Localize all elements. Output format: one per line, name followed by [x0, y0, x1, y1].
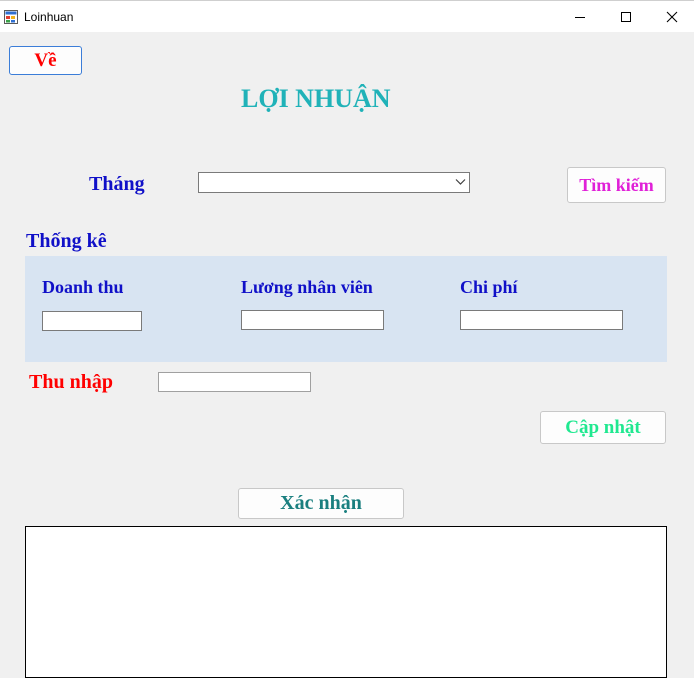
confirm-button[interactable]: Xác nhận — [238, 488, 404, 519]
cost-input[interactable] — [460, 310, 623, 330]
stats-label: Thống kê — [26, 230, 107, 252]
cost-label: Chi phí — [460, 277, 518, 297]
search-button[interactable]: Tìm kiếm — [567, 167, 666, 203]
income-label: Thu nhập — [29, 371, 113, 393]
minimize-icon — [575, 17, 585, 18]
app-form-icon — [4, 10, 18, 24]
minimize-button[interactable] — [557, 1, 603, 33]
revenue-input[interactable] — [42, 311, 142, 331]
profit-form: Về LỢI NHUẬN Tháng Tìm kiếm Thống kê Doa… — [0, 32, 694, 678]
close-button[interactable] — [649, 1, 694, 33]
chevron-down-icon[interactable] — [455, 178, 466, 186]
stats-panel: Doanh thu Lương nhân viên Chi phí — [25, 256, 667, 362]
revenue-label: Doanh thu — [42, 277, 124, 297]
month-label: Tháng — [89, 173, 145, 195]
salary-label: Lương nhân viên — [241, 277, 373, 297]
salary-input[interactable] — [241, 310, 384, 330]
window-title: Loinhuan — [24, 10, 74, 24]
back-button[interactable]: Về — [9, 46, 82, 75]
window-titlebar[interactable]: Loinhuan — [0, 0, 694, 32]
result-textbox[interactable] — [25, 526, 667, 678]
month-select[interactable] — [198, 172, 470, 193]
update-button[interactable]: Cập nhật — [540, 411, 666, 444]
income-input[interactable] — [158, 372, 311, 392]
close-icon — [666, 11, 678, 23]
maximize-button[interactable] — [603, 1, 649, 33]
page-title: LỢI NHUẬN — [241, 84, 391, 113]
maximize-icon — [621, 12, 631, 22]
